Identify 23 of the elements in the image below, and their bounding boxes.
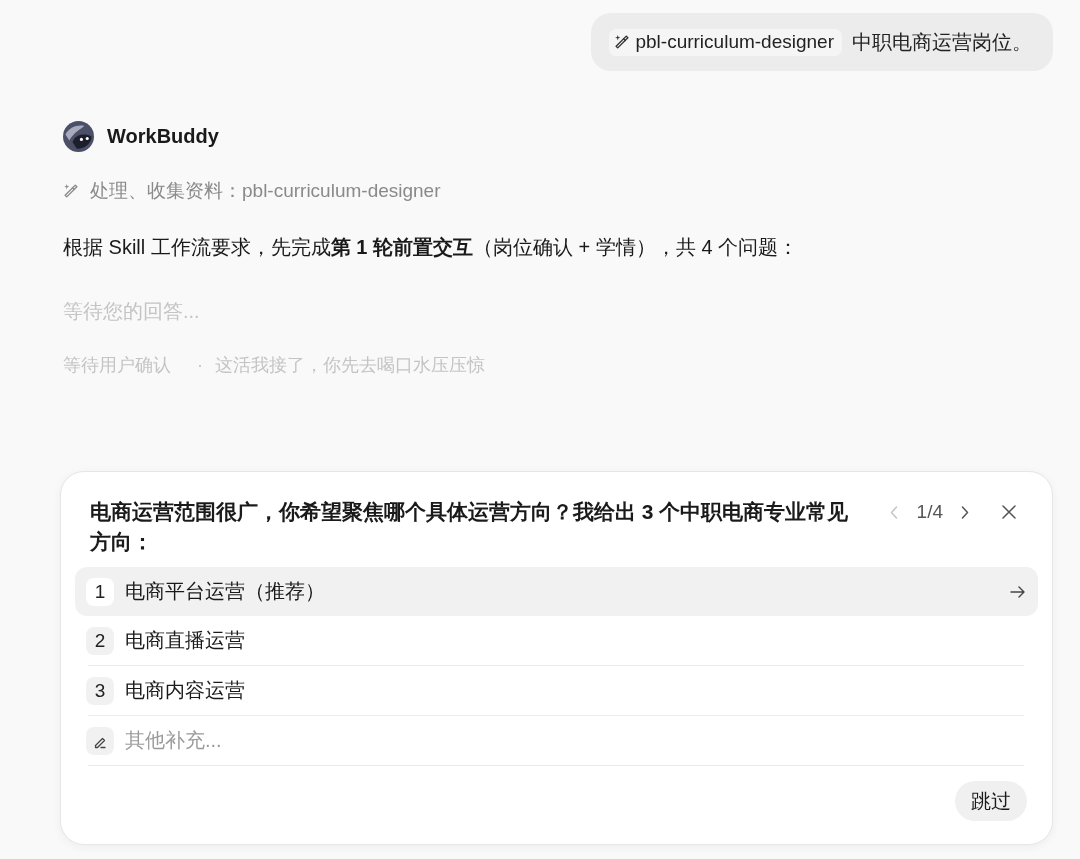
arrow-right-icon (1010, 585, 1025, 598)
close-icon[interactable] (1002, 505, 1016, 519)
skill-name: pbl-curriculum-designer (635, 31, 834, 53)
message-paragraph: 根据 Skill 工作流要求，先完成第 1 轮前置交互（岗位确认 + 学情），共 4 个问题： (63, 235, 800, 260)
option-item[interactable]: 1 电商平台运营（推荐） (75, 567, 1038, 616)
mascot-logo-icon (63, 121, 94, 152)
option-item[interactable]: 2 电商直播运营 (75, 616, 1038, 665)
assistant-name: WorkBuddy (107, 125, 219, 148)
pencil-icon (86, 726, 114, 755)
other-input-field[interactable]: 其他补充... (125, 725, 1025, 756)
message-text: 中职电商运营岗位。 (852, 29, 1032, 55)
magic-wand-icon (614, 34, 631, 50)
number-badge: 3 (86, 676, 114, 705)
number-badge: 2 (86, 626, 114, 655)
tool-status: 处理、收集资料：pbl-curriculum-designer (90, 179, 441, 203)
question-text: 电商运营范围很广，你希望聚焦哪个具体运营方向？我给出 3 个中职电商专业常见方向： (90, 499, 850, 555)
chevron-right-icon[interactable] (961, 505, 969, 519)
option-item[interactable]: 3 电商内容运营 (75, 666, 1038, 715)
number-badge: 1 (86, 577, 114, 606)
magic-wand-icon (63, 183, 79, 199)
skip-button[interactable]: 跳过 (955, 781, 1027, 821)
separator: · (197, 354, 203, 377)
page-counter: 1/4 (916, 501, 943, 523)
